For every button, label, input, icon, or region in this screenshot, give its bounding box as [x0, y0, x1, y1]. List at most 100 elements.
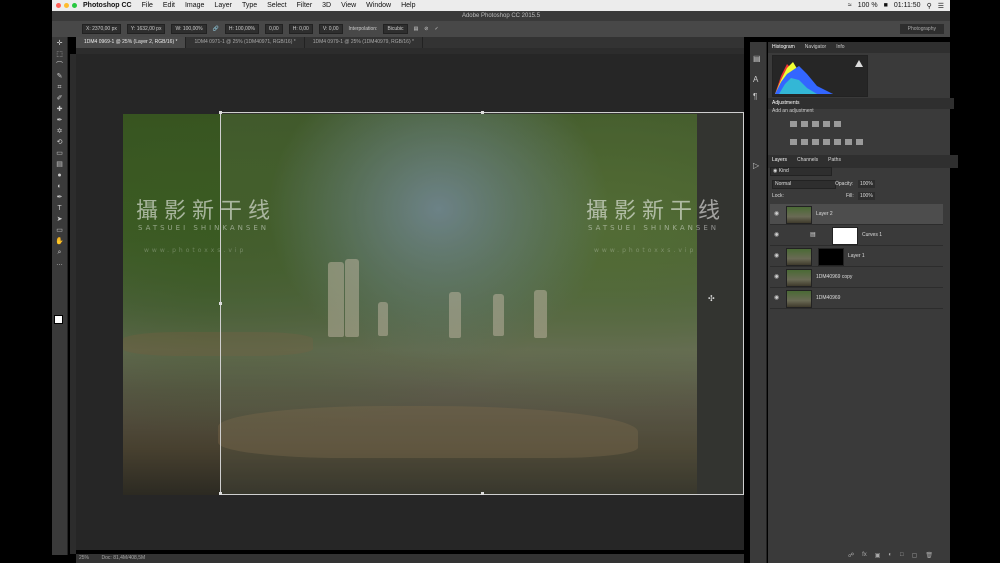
brightness-adjust-icon[interactable]: [790, 121, 797, 127]
photo-filter-icon[interactable]: [823, 139, 830, 145]
type-tool[interactable]: T: [55, 205, 64, 213]
foreground-color-swatch[interactable]: [54, 315, 63, 324]
bw-adjust-icon[interactable]: [812, 139, 819, 145]
new-adjustment-icon[interactable]: ◐: [888, 552, 892, 559]
dodge-tool[interactable]: ◐: [55, 183, 64, 191]
layer-row[interactable]: ◉ Layer 1: [770, 246, 943, 267]
actions-icon[interactable]: ▷: [753, 161, 763, 170]
path-select-tool[interactable]: ➤: [55, 216, 64, 224]
add-mask-icon[interactable]: ▣: [875, 552, 881, 559]
more-tools-icon[interactable]: …: [55, 260, 64, 268]
zoom-window-button[interactable]: [72, 3, 77, 8]
blur-tool[interactable]: ●: [55, 172, 64, 180]
layer-row[interactable]: ◉ Layer 2: [770, 204, 943, 225]
blend-mode-select[interactable]: Normal: [772, 180, 836, 189]
menu-image[interactable]: Image: [185, 2, 204, 9]
eyedropper-tool[interactable]: ✐: [55, 95, 64, 103]
tab-layers[interactable]: Layers: [772, 157, 787, 166]
zoom-level[interactable]: 25%: [79, 555, 89, 561]
fill-field[interactable]: 100%: [858, 192, 875, 200]
layer-name[interactable]: 1DM40969 copy: [816, 267, 852, 287]
zoom-tool[interactable]: ⌕: [55, 249, 64, 257]
menu-3d[interactable]: 3D: [322, 2, 331, 9]
eraser-tool[interactable]: ▭: [55, 150, 64, 158]
menu-edit[interactable]: Edit: [163, 2, 175, 9]
canvas-area[interactable]: 攝影新干线 SATSUEI SHINKANSEN www.photoxxs.vi…: [76, 54, 744, 550]
link-layers-icon[interactable]: ☍: [848, 552, 854, 559]
layer-row[interactable]: ◉ ▤ Curves 1: [770, 225, 943, 246]
transform-handle[interactable]: [219, 111, 222, 114]
color-balance-icon[interactable]: [801, 139, 808, 145]
x-field[interactable]: X: 2370,00 px: [82, 24, 121, 34]
delete-layer-icon[interactable]: 🗑: [925, 552, 933, 559]
menu-filter[interactable]: Filter: [297, 2, 313, 9]
layer-name[interactable]: Curves 1: [862, 225, 882, 245]
wifi-icon[interactable]: ≈: [848, 2, 852, 9]
gradient-tool[interactable]: ▤: [55, 161, 64, 169]
menu-type[interactable]: Type: [242, 2, 257, 9]
h-skew-field[interactable]: H: 0,00: [288, 24, 313, 34]
transform-handle[interactable]: [219, 302, 222, 305]
tab-info[interactable]: Info: [836, 44, 844, 51]
new-layer-icon[interactable]: ▢: [912, 552, 918, 559]
menu-file[interactable]: File: [142, 2, 153, 9]
pen-tool[interactable]: ✒: [55, 194, 64, 202]
menu-layer[interactable]: Layer: [214, 2, 232, 9]
interpolation-select[interactable]: Bicubic: [383, 24, 408, 34]
exposure-adjust-icon[interactable]: [823, 121, 830, 127]
search-icon[interactable]: ⚲: [927, 2, 932, 10]
commit-transform-icon[interactable]: ✓: [435, 26, 439, 32]
flag-icon[interactable]: ■: [884, 2, 888, 9]
tab-paths[interactable]: Paths: [828, 157, 841, 166]
y-field[interactable]: Y: 1632,00 px: [126, 24, 166, 34]
tab-document-3[interactable]: 1DM4 0979-1 @ 25% (1DM40979, RGB/16) *: [305, 37, 423, 48]
invert-adjust-icon[interactable]: [856, 139, 863, 145]
opacity-field[interactable]: 100%: [858, 180, 875, 188]
v-skew-field[interactable]: V: 0,00: [318, 24, 343, 34]
layer-row[interactable]: ◉ 1DM40969: [770, 288, 943, 309]
tab-navigator[interactable]: Navigator: [805, 44, 826, 51]
color-lookup-icon[interactable]: [845, 139, 852, 145]
paragraph-icon[interactable]: ¶: [753, 92, 763, 101]
history-brush-tool[interactable]: ⟲: [55, 139, 64, 147]
history-icon[interactable]: ▤: [753, 54, 763, 63]
visibility-eye-icon[interactable]: ◉: [774, 211, 779, 217]
tab-document-2[interactable]: 1DM4 0971-1 @ 25% (1DM40971, RGB/16) *: [186, 37, 305, 48]
layer-style-icon[interactable]: fx: [862, 552, 867, 559]
lasso-tool[interactable]: ⌒: [55, 62, 64, 70]
move-tool[interactable]: ✛: [55, 40, 64, 48]
transform-handle[interactable]: [481, 111, 484, 114]
info-icon[interactable]: A: [753, 75, 763, 84]
menu-view[interactable]: View: [341, 2, 356, 9]
layer-name[interactable]: 1DM40969: [816, 288, 840, 308]
visibility-eye-icon[interactable]: ◉: [774, 274, 779, 280]
tab-channels[interactable]: Channels: [797, 157, 818, 166]
tab-document-1[interactable]: 1DM4 0969-1 @ 25% (Layer 2, RGB/16) *: [76, 37, 187, 48]
new-group-icon[interactable]: □: [900, 552, 904, 559]
cancel-transform-icon[interactable]: ⊘: [424, 26, 428, 32]
menu-select[interactable]: Select: [267, 2, 286, 9]
levels-adjust-icon[interactable]: [801, 121, 808, 127]
quick-select-tool[interactable]: ✎: [55, 73, 64, 81]
transform-bounding-box[interactable]: [219, 111, 744, 495]
channel-mixer-icon[interactable]: [834, 139, 841, 145]
layer-name[interactable]: Layer 2: [816, 204, 833, 224]
visibility-eye-icon[interactable]: ◉: [774, 232, 779, 238]
crop-tool[interactable]: ⌗: [55, 84, 64, 92]
transform-handle[interactable]: [219, 492, 222, 495]
layer-row[interactable]: ◉ 1DM40969 copy: [770, 267, 943, 288]
layer-name[interactable]: Layer 1: [848, 246, 865, 266]
healing-tool[interactable]: ✚: [55, 106, 64, 114]
minimize-window-button[interactable]: [64, 3, 69, 8]
hand-tool[interactable]: ✋: [55, 238, 64, 246]
doc-size[interactable]: Doc: 81,4M/408,5M: [102, 555, 146, 561]
workspace-switcher[interactable]: Photography: [899, 24, 944, 34]
menu-help[interactable]: Help: [401, 2, 415, 9]
vibrance-adjust-icon[interactable]: [834, 121, 841, 127]
stamp-tool[interactable]: ✡: [55, 128, 64, 136]
clock[interactable]: 01:11:50: [894, 2, 921, 9]
menu-list-icon[interactable]: ☰: [938, 2, 944, 10]
link-icon[interactable]: 🔗: [213, 26, 219, 32]
width-field[interactable]: W: 100,00%: [171, 24, 207, 34]
warp-icon[interactable]: ▤: [414, 26, 419, 32]
